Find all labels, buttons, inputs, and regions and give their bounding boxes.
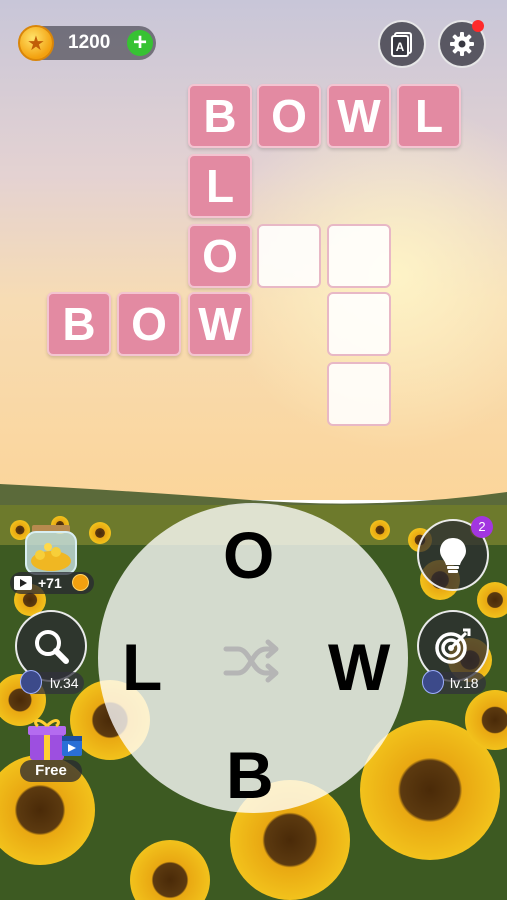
letter-wheel[interactable]: O L W B xyxy=(98,503,408,813)
gift-icon xyxy=(28,719,82,760)
video-icon xyxy=(14,576,32,590)
search-level-pill: lv.34 xyxy=(20,670,84,694)
coin-icon: ★ xyxy=(18,25,54,61)
wheel-letter-l[interactable]: L xyxy=(122,629,162,705)
shuffle-icon[interactable] xyxy=(222,639,284,683)
lock-icon xyxy=(422,670,444,694)
dictionary-icon: A xyxy=(391,32,412,57)
coin-balance: ★ 1200 + xyxy=(18,25,156,61)
dictionary-button[interactable]: A xyxy=(378,20,426,68)
wheel-letter-b[interactable]: B xyxy=(226,737,274,813)
jar-reward: +71 xyxy=(38,575,62,591)
board-tile-empty xyxy=(327,292,391,356)
target-level: lv.18 xyxy=(450,675,479,691)
target-icon xyxy=(435,628,471,664)
lock-icon xyxy=(20,670,42,694)
board-tile-empty xyxy=(257,224,321,288)
board-tile-filled: O xyxy=(117,292,181,356)
wheel-letter-o[interactable]: O xyxy=(223,517,274,593)
board-tile-filled: W xyxy=(327,84,391,148)
coin-count: 1200 xyxy=(68,32,111,53)
dictionary-icon-letter: A xyxy=(396,40,405,54)
board-tile-filled: O xyxy=(257,84,321,148)
gear-icon xyxy=(450,32,474,56)
free-gift-button[interactable] xyxy=(24,714,86,764)
notification-dot xyxy=(472,20,484,32)
search-level: lv.34 xyxy=(50,675,79,691)
board-tile-filled: W xyxy=(188,292,252,356)
wheel-letter-w[interactable]: W xyxy=(328,629,390,705)
board-tile-filled: L xyxy=(397,84,461,148)
board-tile-filled: B xyxy=(47,292,111,356)
hint-count-badge: 2 xyxy=(471,516,493,538)
coin-jar-icon xyxy=(25,525,77,575)
board-tile-empty xyxy=(327,362,391,426)
target-level-pill: lv.18 xyxy=(422,670,486,694)
jar-reward-pill[interactable]: +71 xyxy=(10,572,94,594)
board-tile-empty xyxy=(327,224,391,288)
board-tile-filled: O xyxy=(188,224,252,288)
magnifier-icon xyxy=(35,630,69,664)
lightbulb-icon xyxy=(440,538,466,573)
coin-jar[interactable] xyxy=(22,525,80,575)
board-tile-filled: B xyxy=(188,84,252,148)
board-tile-filled: L xyxy=(188,154,252,218)
free-label: Free xyxy=(20,760,82,782)
coin-icon xyxy=(72,574,89,591)
settings-button[interactable] xyxy=(438,20,486,68)
buy-coins-button[interactable]: + xyxy=(127,30,153,56)
